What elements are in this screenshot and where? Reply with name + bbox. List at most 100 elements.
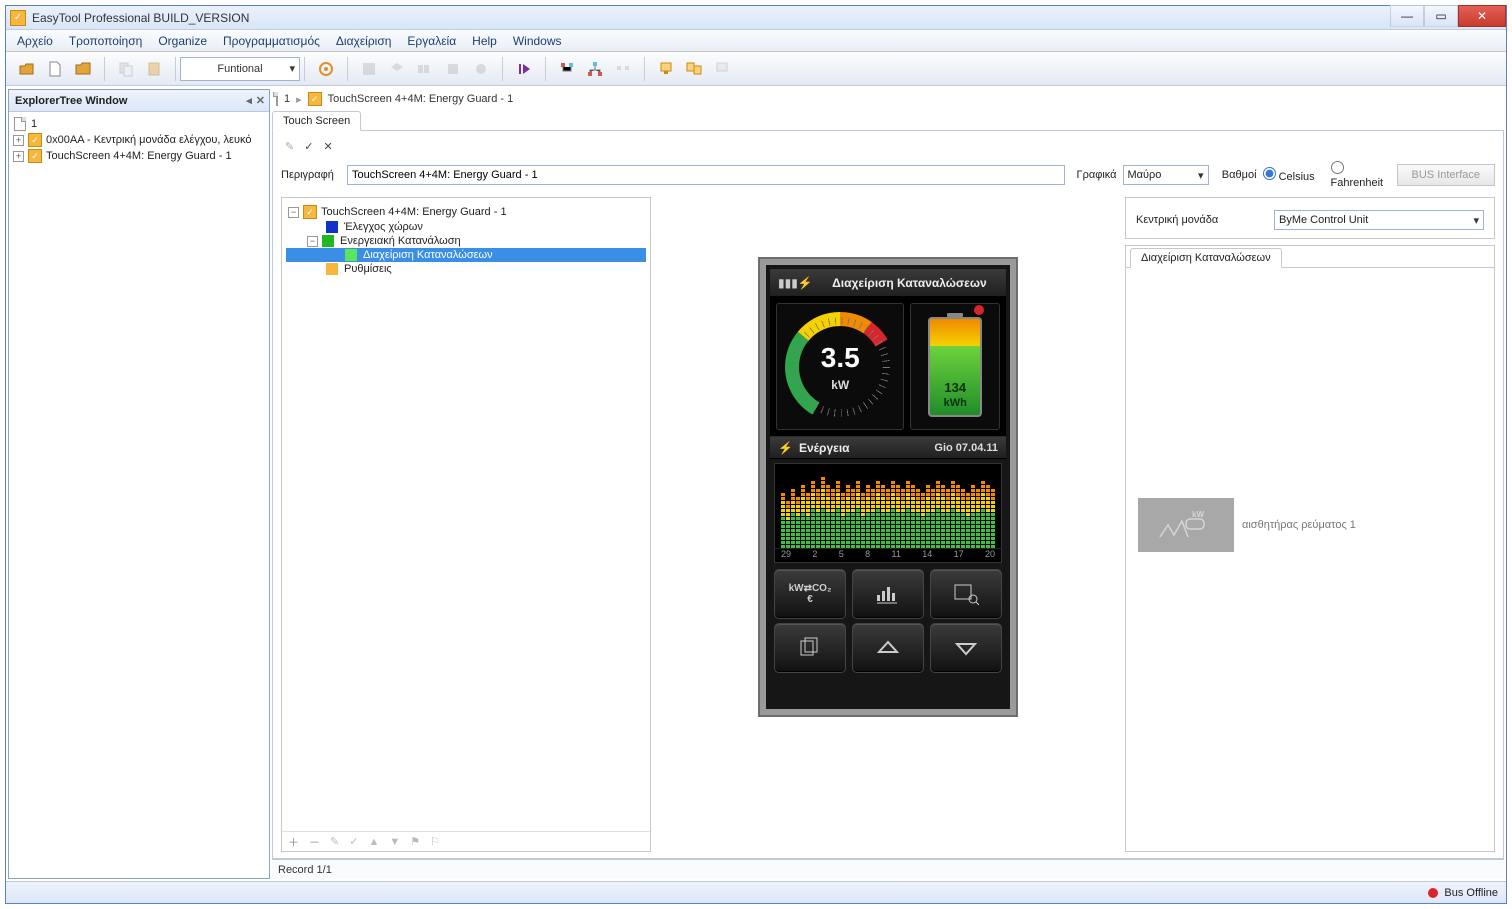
tb-net3-icon[interactable] xyxy=(610,56,636,82)
module-icon: ✓ xyxy=(28,149,42,163)
tb-paste-icon[interactable] xyxy=(141,56,167,82)
crumb-leaf[interactable]: TouchScreen 4+4M: Energy Guard - 1 xyxy=(328,93,514,105)
app-statusbar: Bus Offline xyxy=(6,881,1506,903)
tb-dev1-icon[interactable] xyxy=(653,56,679,82)
tab-consumption[interactable]: Διαχείριση Καταναλώσεων xyxy=(1130,248,1282,268)
sensor-thumb[interactable]: kW xyxy=(1138,498,1234,552)
tb-new-icon[interactable] xyxy=(42,56,68,82)
menu-tools[interactable]: Εργαλεία xyxy=(400,32,463,50)
unit-label: Κεντρική μονάδα xyxy=(1136,214,1266,226)
window-title: EasyTool Professional BUILD_VERSION xyxy=(32,11,249,25)
module-icon: ✓ xyxy=(303,205,317,219)
lt-n3[interactable]: Ρυθμίσεις xyxy=(344,263,392,275)
deg-label: Βαθμοί xyxy=(1215,169,1257,181)
bt-down-icon[interactable]: ▼ xyxy=(389,836,400,848)
tb-g3-icon[interactable] xyxy=(412,56,438,82)
device-btn-down[interactable] xyxy=(930,623,1002,673)
lt-n2[interactable]: Ενεργειακή Κατανάλωση xyxy=(340,235,461,247)
bt-remove-icon[interactable]: － xyxy=(309,834,320,850)
tree-item-1[interactable]: 0x00AA - Κεντρική μονάδα ελέγχου, λευκό xyxy=(46,134,251,146)
alert-icon xyxy=(974,305,984,315)
menu-program[interactable]: Προγραμματισμός xyxy=(216,32,327,50)
power-gauge: 3.5 kW xyxy=(785,312,895,422)
app-icon: ✓ xyxy=(10,10,26,26)
chevron-down-icon: ▾ xyxy=(1198,169,1204,182)
gfx-combo[interactable]: Μαύρο ▾ xyxy=(1123,165,1209,185)
menu-windows[interactable]: Windows xyxy=(506,32,569,50)
bt-add-icon[interactable]: ＋ xyxy=(288,834,299,850)
desc-input[interactable] xyxy=(347,165,1065,185)
tb-view-combo-label: Funtional xyxy=(185,63,295,75)
device-btn-units[interactable]: kW⇄CO₂€ xyxy=(774,569,846,619)
tb-play-icon[interactable] xyxy=(511,56,537,82)
menu-help[interactable]: Help xyxy=(465,32,504,50)
tb-view-combo[interactable]: Funtional ▾ xyxy=(180,57,300,81)
tree-item-2[interactable]: TouchScreen 4+4M: Energy Guard - 1 xyxy=(46,150,232,162)
device-preview: ▮▮▮⚡ Διαχείριση Καταναλώσεων 3.5 xyxy=(758,257,1018,717)
tree-root[interactable]: 1 xyxy=(31,118,37,130)
mt-accept-icon[interactable]: ✓ xyxy=(304,140,313,153)
explorer-title: ExplorerTree Window xyxy=(15,95,127,107)
tree-collapse-icon[interactable]: − xyxy=(307,236,318,247)
tb-net1-icon[interactable] xyxy=(554,56,580,82)
energy-label: Ενέργεια xyxy=(799,441,850,455)
tb-g4-icon[interactable] xyxy=(440,56,466,82)
file-icon xyxy=(14,117,26,131)
tree-collapse-icon[interactable]: − xyxy=(288,207,299,218)
unit-combo[interactable]: ByMe Control Unit ▾ xyxy=(1274,210,1484,230)
tb-copy-icon[interactable] xyxy=(113,56,139,82)
bt-misc1-icon[interactable]: ⚑ xyxy=(410,835,420,848)
bt-misc2-icon[interactable]: ⚐ xyxy=(430,835,440,848)
radio-celsius[interactable]: Celsius xyxy=(1263,167,1323,183)
tb-g2-icon[interactable] xyxy=(384,56,410,82)
device-btn-detail[interactable] xyxy=(930,569,1002,619)
mt-cancel-icon[interactable]: ✕ xyxy=(323,140,332,153)
device-btn-pages[interactable] xyxy=(774,623,846,673)
tb-dev3-icon[interactable] xyxy=(709,56,735,82)
gfx-combo-value: Μαύρο xyxy=(1128,169,1162,181)
maximize-button[interactable]: ▭ xyxy=(1424,5,1458,27)
battery-indicator: 134 kWh xyxy=(928,317,982,417)
bus-status-label: Bus Offline xyxy=(1444,887,1498,899)
tb-folder-icon[interactable] xyxy=(70,56,96,82)
tree-expand-icon[interactable]: + xyxy=(13,151,24,162)
explorer-panel: ExplorerTree Window ◂ ✕ 1 + ✓ 0x00AA - Κ… xyxy=(8,89,270,879)
tb-open-icon[interactable] xyxy=(14,56,40,82)
tb-net2-icon[interactable] xyxy=(582,56,608,82)
tb-g5-icon[interactable] xyxy=(468,56,494,82)
menu-edit[interactable]: Τροποποίηση xyxy=(62,32,149,50)
radio-fahrenheit[interactable]: Fahrenheit xyxy=(1331,161,1391,189)
device-btn-up[interactable] xyxy=(852,623,924,673)
device-btn-stats[interactable] xyxy=(852,569,924,619)
bt-accept-icon[interactable]: ✓ xyxy=(349,835,358,848)
menu-file[interactable]: Αρχείο xyxy=(10,32,60,50)
category-icon xyxy=(326,221,338,233)
sensor-label: αισθητήρας ρεύματος 1 xyxy=(1242,519,1356,531)
tab-touchscreen[interactable]: Touch Screen xyxy=(272,111,361,131)
bt-edit-icon[interactable]: ✎ xyxy=(330,835,339,848)
titlebar: ✓ EasyTool Professional BUILD_VERSION — … xyxy=(6,6,1506,30)
module-icon: ✓ xyxy=(308,92,322,106)
crumb-root[interactable]: 1 xyxy=(284,93,290,105)
tree-expand-icon[interactable]: + xyxy=(13,135,24,146)
explorer-resize-icon[interactable]: ◂ xyxy=(246,94,252,107)
bt-up-icon[interactable]: ▲ xyxy=(368,836,379,848)
menu-manage[interactable]: Διαχείριση xyxy=(329,32,399,50)
tb-target-icon[interactable] xyxy=(313,56,339,82)
lt-root[interactable]: TouchScreen 4+4M: Energy Guard - 1 xyxy=(321,206,507,218)
lt-n2a[interactable]: Διαχείριση Καταναλώσεων xyxy=(363,249,493,261)
mt-pointer-icon[interactable]: ✎ xyxy=(285,140,294,153)
tb-g1-icon[interactable] xyxy=(356,56,382,82)
desc-label: Περιγραφή xyxy=(281,169,341,181)
content-mini-toolbar: ✎ ✓ ✕ xyxy=(281,137,1495,155)
explorer-close-icon[interactable]: ✕ xyxy=(256,94,265,107)
tb-dev2-icon[interactable] xyxy=(681,56,707,82)
bus-interface-button[interactable]: BUS Interface xyxy=(1397,164,1495,186)
minimize-button[interactable]: — xyxy=(1390,5,1424,27)
bolt-icon: ⚡ xyxy=(778,441,793,455)
gauge-value: 3.5 xyxy=(821,342,860,374)
close-button[interactable]: ✕ xyxy=(1458,5,1506,27)
menu-organize[interactable]: Organize xyxy=(151,32,214,50)
batt-unit: kWh xyxy=(944,397,967,409)
lt-n1[interactable]: Έλεγχος χώρων xyxy=(344,221,423,233)
